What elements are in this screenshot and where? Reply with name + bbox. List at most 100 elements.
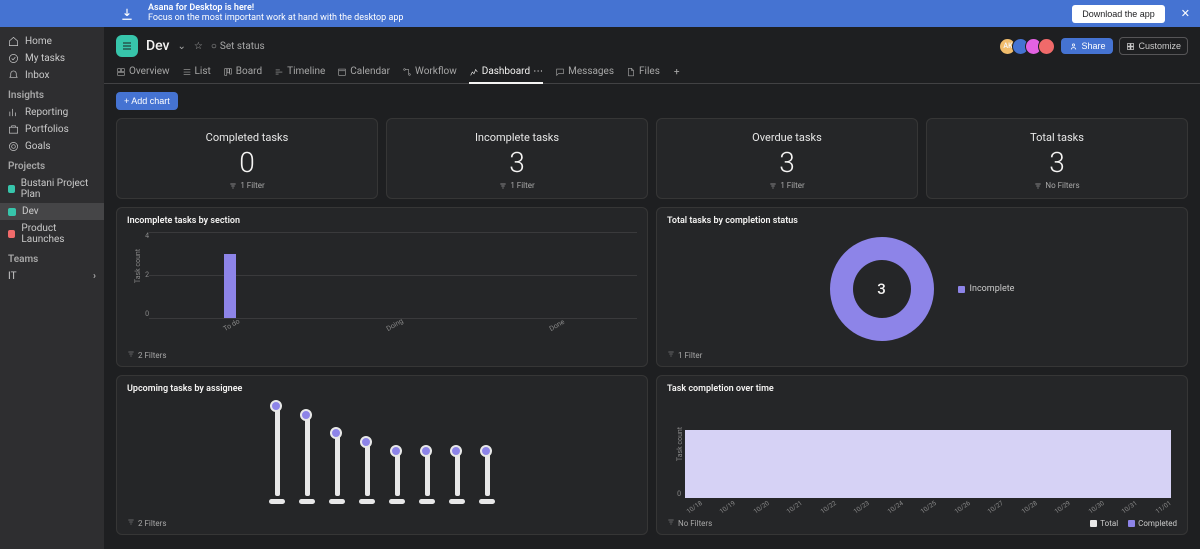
sidebar-insight-label: Goals — [25, 141, 51, 152]
sidebar: Home My tasks Inbox Insights Reporting P… — [0, 27, 104, 549]
add-chart-button[interactable]: + Add chart — [116, 92, 178, 110]
sidebar-insight-portfolios[interactable]: Portfolios — [0, 121, 104, 138]
kpi-completed-tasks[interactable]: Completed tasks 0 1 Filter — [116, 118, 378, 199]
kpi-incomplete-tasks[interactable]: Incomplete tasks 3 1 Filter — [386, 118, 648, 199]
close-banner-icon[interactable]: ✕ — [1181, 7, 1190, 20]
tab-label: Workflow — [415, 66, 457, 77]
lollipop-base — [389, 499, 405, 504]
tab-board[interactable]: Board — [223, 61, 262, 83]
sidebar-nav-home[interactable]: Home — [0, 33, 104, 50]
project-name: Dev — [146, 38, 170, 54]
y-axis-label: Task count — [134, 249, 142, 283]
lollipop — [449, 451, 465, 504]
x-tick: 10/31 — [1120, 499, 1139, 515]
share-button[interactable]: Share — [1061, 38, 1113, 54]
project-icon[interactable] — [116, 35, 138, 57]
filter-text[interactable]: No Filters — [678, 519, 712, 528]
sidebar-team-it[interactable]: IT › — [0, 268, 104, 285]
filter-text[interactable]: 2 Filters — [138, 351, 167, 360]
tab-label: Dashboard — [482, 66, 530, 77]
kpi-filter[interactable]: 1 Filter — [229, 181, 264, 190]
lollipop-ball — [330, 427, 342, 439]
kpi-value: 3 — [779, 146, 795, 179]
kpi-filter[interactable]: No Filters — [1034, 181, 1079, 190]
tab-timeline[interactable]: Timeline — [274, 61, 325, 83]
sidebar-insight-label: Reporting — [25, 107, 68, 118]
check-icon — [8, 53, 19, 64]
x-tick: 10/28 — [1020, 499, 1039, 515]
kpi-value: 3 — [1049, 146, 1065, 179]
sidebar-nav-my-tasks[interactable]: My tasks — [0, 50, 104, 67]
tab-more-icon[interactable]: ⋯ — [533, 66, 543, 77]
lollipop — [389, 451, 405, 504]
chart-title: Upcoming tasks by assignee — [127, 384, 637, 394]
filter-text[interactable]: 1 Filter — [678, 351, 702, 360]
sidebar-nav-inbox[interactable]: Inbox — [0, 67, 104, 84]
filter-icon — [127, 350, 135, 360]
kpi-overdue-tasks[interactable]: Overdue tasks 3 1 Filter — [656, 118, 918, 199]
kpi-title: Incomplete tasks — [475, 131, 559, 144]
lollipop-base — [299, 499, 315, 504]
x-tick: 10/18 — [685, 499, 704, 515]
filter-text[interactable]: 2 Filters — [138, 519, 167, 528]
lollipop-ball — [450, 445, 462, 457]
kpi-value: 0 — [239, 146, 255, 179]
download-app-button[interactable]: Download the app — [1072, 5, 1165, 23]
tab-overview[interactable]: Overview — [116, 61, 170, 83]
portfolio-icon — [8, 124, 19, 135]
filter-icon — [667, 518, 675, 528]
lollipop-base — [269, 499, 285, 504]
kpi-filter[interactable]: 1 Filter — [499, 181, 534, 190]
files-icon — [626, 67, 636, 77]
add-tab-icon[interactable]: + — [674, 67, 680, 78]
tab-label: Board — [236, 66, 262, 77]
messages-icon — [555, 67, 565, 77]
timeline-icon — [274, 67, 284, 77]
tab-files[interactable]: Files — [626, 61, 660, 83]
tab-dashboard[interactable]: Dashboard ⋯ — [469, 61, 543, 83]
project-header: Dev ⌄ ☆ ○ Set status AK Share Customize — [104, 27, 1200, 61]
lollipop-ball — [270, 400, 282, 412]
tab-label: Files — [639, 66, 660, 77]
sidebar-project-label: Dev — [22, 206, 39, 217]
sidebar-insight-goals[interactable]: Goals — [0, 138, 104, 155]
x-tick: 10/30 — [1087, 499, 1106, 515]
set-status-button[interactable]: ○ Set status — [211, 41, 265, 52]
x-tick: 10/21 — [785, 499, 804, 515]
x-tick: 10/22 — [819, 499, 838, 515]
tab-workflow[interactable]: Workflow — [402, 61, 457, 83]
tab-list[interactable]: List — [182, 61, 211, 83]
kpi-total-tasks[interactable]: Total tasks 3 No Filters — [926, 118, 1188, 199]
x-tick: 10/26 — [953, 499, 972, 515]
sidebar-project-product-launches[interactable]: Product Launches — [0, 220, 104, 248]
kpi-filter[interactable]: 1 Filter — [769, 181, 804, 190]
x-tick: 10/27 — [986, 499, 1005, 515]
customize-button[interactable]: Customize — [1119, 37, 1188, 55]
lollipop-ball — [300, 409, 312, 421]
x-tick: Doing — [385, 317, 405, 333]
legend-total: Total — [1090, 519, 1118, 528]
sidebar-project-dev[interactable]: Dev — [0, 203, 104, 220]
x-tick: To do — [222, 317, 241, 333]
view-tabs: Overview List Board Timeline Calendar Wo… — [104, 61, 1200, 84]
project-dropdown-icon[interactable]: ⌄ — [178, 41, 186, 52]
avatar[interactable] — [1038, 38, 1055, 55]
incomplete-by-section-chart: Incomplete tasks by section Task count 4… — [116, 207, 648, 367]
x-tick: 10/24 — [886, 499, 905, 515]
download-icon — [120, 7, 134, 21]
kpi-title: Overdue tasks — [752, 131, 822, 144]
tab-calendar[interactable]: Calendar — [337, 61, 390, 83]
sidebar-insight-reporting[interactable]: Reporting — [0, 104, 104, 121]
x-tick: 10/19 — [718, 499, 737, 515]
overview-icon — [116, 67, 126, 77]
chart-title: Task completion over time — [667, 384, 1177, 394]
sidebar-project-label: Product Launches — [21, 223, 96, 245]
home-icon — [8, 36, 19, 47]
star-icon[interactable]: ☆ — [194, 41, 203, 52]
lollipop — [479, 451, 495, 504]
sidebar-project-bustani-project-plan[interactable]: Bustani Project Plan — [0, 175, 104, 203]
member-avatars[interactable]: AK — [1003, 38, 1055, 55]
chart-title: Incomplete tasks by section — [127, 216, 637, 226]
lollipop — [329, 433, 345, 504]
tab-messages[interactable]: Messages — [555, 61, 614, 83]
